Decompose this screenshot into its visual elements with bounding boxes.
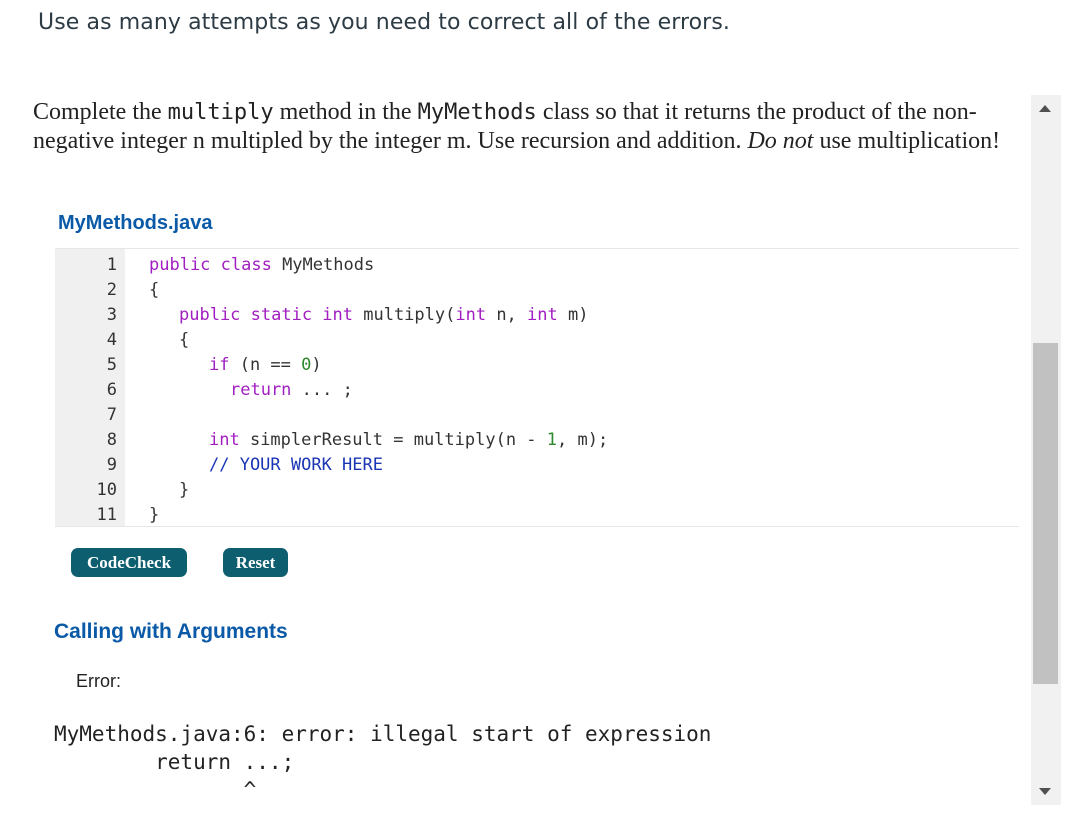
- line-number: 10: [96, 480, 117, 500]
- code-line[interactable]: if (n == 0): [209, 355, 322, 375]
- code-editor[interactable]: 1 2 3 4 5 6 7 8 9 10 11 public class MyM…: [55, 248, 1019, 527]
- problem-statement: Complete the multiply method in the MyMe…: [33, 99, 1001, 154]
- line-number: 9: [106, 455, 117, 475]
- line-number: 5: [106, 355, 117, 375]
- line-number-gutter: 1 2 3 4 5 6 7 8 9 10 11: [55, 249, 125, 526]
- line-number: 1: [106, 255, 117, 275]
- scroll-down-arrow-icon[interactable]: [1039, 788, 1051, 795]
- code-line[interactable]: public class MyMethods: [149, 255, 374, 275]
- reset-button[interactable]: Reset: [223, 548, 288, 577]
- codecheck-button[interactable]: CodeCheck: [71, 548, 187, 577]
- line-number: 6: [106, 380, 117, 400]
- code-line[interactable]: int simplerResult = multiply(n - 1, m);: [209, 430, 608, 450]
- line-number: 8: [106, 430, 117, 450]
- code-line[interactable]: }: [149, 505, 159, 525]
- line-number: 11: [96, 505, 117, 525]
- scroll-up-arrow-icon[interactable]: [1039, 105, 1051, 112]
- results-heading: Calling with Arguments: [54, 620, 288, 643]
- code-line[interactable]: }: [179, 480, 189, 500]
- code-line[interactable]: public static int multiply(int n, int m): [179, 305, 588, 325]
- file-name-label: MyMethods.java: [58, 212, 213, 234]
- code-line[interactable]: {: [149, 280, 159, 300]
- vertical-scrollbar[interactable]: [1031, 95, 1061, 805]
- line-number: 4: [106, 330, 117, 350]
- code-line[interactable]: // YOUR WORK HERE: [209, 455, 383, 475]
- top-instruction: Use as many attempts as you need to corr…: [38, 10, 730, 35]
- line-number: 2: [106, 280, 117, 300]
- line-number: 3: [106, 305, 117, 325]
- error-output: MyMethods.java:6: error: illegal start o…: [54, 722, 712, 802]
- scrollbar-thumb[interactable]: [1033, 343, 1058, 684]
- line-number: 7: [106, 405, 117, 425]
- code-line[interactable]: {: [179, 330, 189, 350]
- error-label: Error:: [76, 671, 121, 691]
- code-line[interactable]: return ... ;: [230, 380, 353, 400]
